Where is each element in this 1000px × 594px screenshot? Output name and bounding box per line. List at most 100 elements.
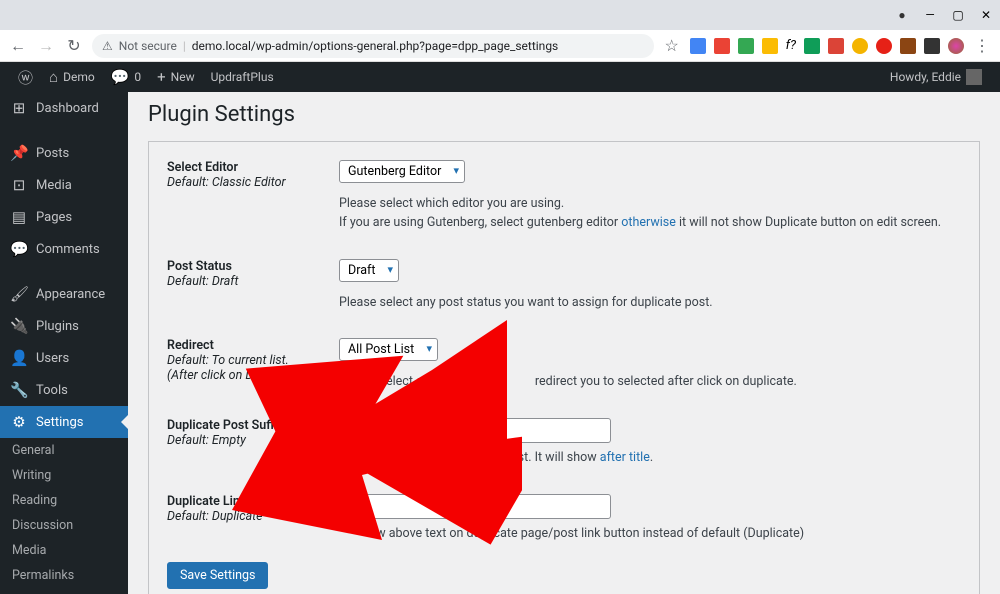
field-label: Duplicate Post Suffix — [167, 418, 339, 433]
ext-icon[interactable] — [828, 38, 844, 54]
record-icon: ● — [896, 9, 908, 21]
comment-icon: 💬 — [111, 68, 130, 86]
avatar — [966, 69, 982, 85]
sidebar-item-label: Settings — [36, 415, 83, 430]
sidebar-item-label: Posts — [36, 146, 69, 161]
profile-avatar-icon[interactable] — [948, 38, 964, 54]
linktext-input[interactable] — [339, 494, 611, 519]
updraft-label: UpdraftPlus — [211, 70, 274, 84]
address-bar[interactable]: ⚠ Not secure | demo.local/wp-admin/optio… — [92, 34, 654, 58]
sidebar-item-users[interactable]: 👤 Users — [0, 342, 128, 374]
submenu-media[interactable]: Media — [0, 538, 128, 563]
wordpress-icon: ⓦ — [18, 67, 33, 88]
browser-titlebar: ● — ▢ ✕ — [0, 0, 1000, 30]
ext-icon[interactable] — [690, 38, 706, 54]
submenu-writing[interactable]: Writing — [0, 463, 128, 488]
help-text: If you are using Gutenberg, select guten… — [339, 214, 961, 233]
bookmark-star-icon[interactable]: ☆ — [662, 36, 682, 56]
submenu-privacy[interactable]: Privacy — [0, 588, 128, 594]
suffix-input[interactable] — [339, 418, 611, 443]
dashboard-icon: ⊞ — [10, 99, 28, 117]
sidebar-item-pages[interactable]: ▤ Pages — [0, 201, 128, 233]
field-label: Select Editor — [167, 160, 339, 175]
page-title: Plugin Settings — [148, 102, 980, 127]
field-label: Redirect — [167, 338, 339, 353]
help-text: Please select which editor you are using… — [339, 195, 961, 214]
ext-icon[interactable] — [762, 38, 778, 54]
help-text: Please select any post status you want t… — [339, 294, 961, 313]
ext-icon[interactable] — [924, 38, 940, 54]
help-text: xxxxxxxxxxxxxxxxxxxxge and post. It will… — [339, 449, 961, 468]
ext-icon[interactable] — [714, 38, 730, 54]
comments-menu[interactable]: 💬0 — [103, 62, 149, 92]
wrench-icon: 🔧 — [10, 381, 28, 399]
plugin-icon: 🔌 — [10, 317, 28, 335]
pin-icon: 📌 — [10, 144, 28, 162]
editor-select[interactable]: Gutenberg Editor — [339, 160, 465, 183]
field-default: Default: Duplicate — [167, 509, 339, 524]
page-icon: ▤ — [10, 208, 28, 226]
sidebar-item-appearance[interactable]: 🖌 Appearance — [0, 278, 128, 310]
url-text: demo.local/wp-admin/options-general.php?… — [192, 39, 558, 53]
sidebar-item-label: Appearance — [36, 287, 105, 302]
sidebar-item-label: Dashboard — [36, 101, 99, 116]
sidebar-item-posts[interactable]: 📌 Posts — [0, 137, 128, 169]
sidebar-item-tools[interactable]: 🔧Tools — [0, 374, 128, 406]
field-default: Default: Empty — [167, 433, 339, 448]
new-content-menu[interactable]: + New — [149, 62, 202, 92]
chrome-menu-icon[interactable]: ⋮ — [972, 36, 992, 56]
sidebar-item-plugins[interactable]: 🔌Plugins — [0, 310, 128, 342]
row-redirect: Redirect Default: To current list. (Afte… — [167, 338, 961, 392]
wp-admin-bar: ⓦ ⌂Demo 💬0 + New UpdraftPlus Howdy, Eddie — [0, 62, 1000, 92]
ext-icon[interactable] — [738, 38, 754, 54]
brush-icon: 🖌 — [10, 285, 28, 303]
ext-icon[interactable] — [804, 38, 820, 54]
ext-icon[interactable] — [876, 38, 892, 54]
save-settings-button[interactable]: Save Settings — [167, 562, 268, 589]
field-default: (After click on Duplicate) — [167, 368, 339, 383]
help-text: Please select any xxxxxxxxxxxxxxx redire… — [339, 373, 961, 392]
back-button[interactable]: ← — [8, 36, 28, 56]
browser-toolbar: ← → ↻ ⚠ Not secure | demo.local/wp-admin… — [0, 30, 1000, 62]
close-window-icon[interactable]: ✕ — [980, 9, 992, 21]
sidebar-item-dashboard[interactable]: ⊞ Dashboard — [0, 92, 128, 124]
menu-separator — [0, 128, 128, 133]
submenu-general[interactable]: General — [0, 438, 128, 463]
admin-sidebar: ⊞ Dashboard 📌 Posts ⊡Media ▤ Pages 💬Comment… — [0, 92, 128, 594]
submenu-reading[interactable]: Reading — [0, 488, 128, 513]
ext-icon[interactable] — [852, 38, 868, 54]
sidebar-item-label: Pages — [36, 210, 72, 225]
field-default: Default: Draft — [167, 274, 339, 289]
site-name-menu[interactable]: ⌂Demo — [41, 62, 103, 92]
submenu-discussion[interactable]: Discussion — [0, 513, 128, 538]
submenu-permalinks[interactable]: Permalinks — [0, 563, 128, 588]
field-default: Default: To current list. — [167, 353, 339, 368]
user-icon: 👤 — [10, 349, 28, 367]
new-label: New — [171, 70, 195, 84]
updraftplus-menu[interactable]: UpdraftPlus — [203, 62, 282, 92]
ext-icon[interactable]: f? — [786, 38, 796, 53]
sidebar-item-label: Media — [36, 178, 72, 193]
home-icon: ⌂ — [49, 68, 58, 86]
status-select[interactable]: Draft — [339, 259, 399, 282]
maximize-icon[interactable]: ▢ — [952, 9, 964, 21]
forward-button[interactable]: → — [36, 36, 56, 56]
reload-button[interactable]: ↻ — [64, 36, 84, 56]
warning-icon: ⚠ — [102, 39, 113, 53]
sidebar-item-media[interactable]: ⊡Media — [0, 169, 128, 201]
row-linktext: Duplicate Link Text Default: Duplicate x… — [167, 494, 961, 544]
sidebar-item-settings[interactable]: ⚙Settings — [0, 406, 128, 438]
menu-separator — [0, 269, 128, 274]
redirect-select[interactable]: All Post List — [339, 338, 438, 361]
plus-icon: + — [157, 68, 166, 86]
ext-icon[interactable] — [900, 38, 916, 54]
settings-panel: Select Editor Default: Classic Editor Gu… — [148, 141, 980, 594]
minimize-icon[interactable]: — — [924, 9, 936, 21]
security-label: Not secure — [119, 39, 177, 53]
sidebar-item-comments[interactable]: 💬Comments — [0, 233, 128, 265]
wp-logo-menu[interactable]: ⓦ — [10, 62, 41, 92]
main-content: Plugin Settings Select Editor Default: C… — [128, 92, 1000, 594]
sidebar-item-label: Users — [36, 351, 69, 366]
my-account-menu[interactable]: Howdy, Eddie — [882, 62, 990, 92]
row-editor: Select Editor Default: Classic Editor Gu… — [167, 160, 961, 233]
